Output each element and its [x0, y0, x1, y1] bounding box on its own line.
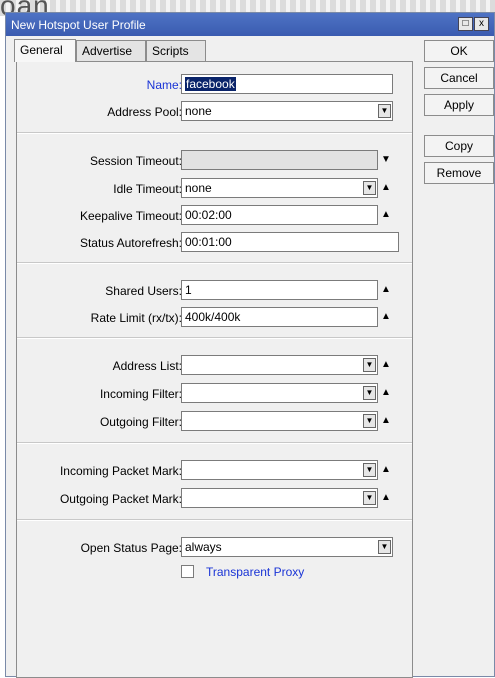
expand-up-icon[interactable]: ▲ — [381, 415, 391, 427]
session-timeout-label: Session Timeout: — [89, 154, 182, 168]
transparent-proxy-label: Transparent Proxy — [206, 565, 305, 579]
apply-button[interactable]: Apply — [424, 94, 494, 116]
dropdown-icon[interactable]: ▼ — [378, 540, 391, 554]
outgoing-packet-mark-label: Outgoing Packet Mark: — [59, 492, 182, 506]
shared-users-input[interactable]: 1 — [181, 280, 378, 300]
ok-button[interactable]: OK — [424, 40, 494, 62]
incoming-filter-row: Incoming Filter: ▼ ▲ — [17, 383, 414, 405]
dropdown-icon[interactable]: ▼ — [363, 358, 376, 372]
dropdown-icon[interactable]: ▼ — [363, 181, 376, 195]
transparent-proxy-checkbox[interactable] — [181, 565, 194, 578]
status-autorefresh-value: 00:01:00 — [185, 235, 232, 249]
dropdown-icon[interactable]: ▼ — [363, 463, 376, 477]
dropdown-icon[interactable]: ▼ — [363, 386, 376, 400]
maximize-icon[interactable]: □ — [458, 17, 473, 31]
idle-timeout-input[interactable]: none ▼ — [181, 178, 378, 198]
idle-timeout-value: none — [185, 181, 212, 195]
expand-up-icon[interactable]: ▲ — [381, 359, 391, 371]
name-input[interactable]: facebook — [181, 74, 393, 94]
expand-down-icon[interactable]: ▼ — [381, 154, 391, 166]
outgoing-filter-row: Outgoing Filter: ▼ ▲ — [17, 411, 414, 433]
idle-timeout-label: Idle Timeout: — [113, 182, 182, 196]
copy-button[interactable]: Copy — [424, 135, 494, 157]
hotspot-profile-window: New Hotspot User Profile □ x General Adv… — [5, 12, 495, 678]
shared-users-value: 1 — [185, 283, 192, 297]
expand-up-icon[interactable]: ▲ — [381, 387, 391, 399]
rate-limit-label: Rate Limit (rx/tx): — [90, 311, 182, 325]
session-timeout-row: Session Timeout: ▼ — [17, 150, 414, 172]
status-autorefresh-label: Status Autorefresh: — [79, 236, 182, 250]
dropdown-icon[interactable]: ▼ — [363, 491, 376, 505]
close-icon[interactable]: x — [474, 17, 489, 31]
expand-up-icon[interactable]: ▲ — [381, 182, 391, 194]
expand-up-icon[interactable]: ▲ — [381, 311, 391, 323]
separator — [17, 337, 412, 339]
tab-advertise[interactable]: Advertise — [76, 40, 146, 61]
name-label: Name: — [146, 78, 182, 92]
shared-users-row: Shared Users: 1 ▲ — [17, 280, 414, 302]
title-bar[interactable]: New Hotspot User Profile □ x — [6, 13, 494, 36]
separator — [17, 262, 412, 264]
tab-general[interactable]: General — [14, 39, 76, 62]
transparent-proxy-row[interactable]: Transparent Proxy — [181, 565, 381, 581]
expand-up-icon[interactable]: ▲ — [381, 209, 391, 221]
keepalive-timeout-row: Keepalive Timeout: 00:02:00 ▲ — [17, 205, 414, 227]
cancel-button[interactable]: Cancel — [424, 67, 494, 89]
rate-limit-value: 400k/400k — [185, 310, 241, 324]
address-list-label: Address List: — [112, 359, 182, 373]
incoming-packet-mark-label: Incoming Packet Mark: — [59, 464, 182, 478]
name-value: facebook — [185, 77, 236, 91]
general-panel: Name: facebook Address Pool: none ▼ Sess… — [16, 61, 413, 678]
rate-limit-input[interactable]: 400k/400k — [181, 307, 378, 327]
keepalive-timeout-input[interactable]: 00:02:00 — [181, 205, 378, 225]
separator — [17, 519, 412, 521]
expand-up-icon[interactable]: ▲ — [381, 492, 391, 504]
status-autorefresh-row: Status Autorefresh: 00:01:00 — [17, 232, 414, 254]
dropdown-icon[interactable]: ▼ — [378, 104, 391, 118]
outgoing-packet-mark-row: Outgoing Packet Mark: ▼ ▲ — [17, 488, 414, 510]
keepalive-timeout-value: 00:02:00 — [185, 208, 232, 222]
rate-limit-row: Rate Limit (rx/tx): 400k/400k ▲ — [17, 307, 414, 329]
session-timeout-input[interactable] — [181, 150, 378, 170]
keepalive-timeout-label: Keepalive Timeout: — [79, 209, 182, 223]
expand-up-icon[interactable]: ▲ — [381, 464, 391, 476]
expand-up-icon[interactable]: ▲ — [381, 284, 391, 296]
window-title: New Hotspot User Profile — [11, 18, 146, 32]
address-pool-value: none — [185, 104, 212, 118]
remove-button[interactable]: Remove — [424, 162, 494, 184]
open-status-page-row: Open Status Page: always ▼ — [17, 537, 414, 559]
incoming-packet-mark-row: Incoming Packet Mark: ▼ ▲ — [17, 460, 414, 482]
incoming-filter-label: Incoming Filter: — [99, 387, 182, 401]
name-row: Name: facebook — [17, 74, 414, 96]
address-list-row: Address List: ▼ ▲ — [17, 355, 414, 377]
open-status-page-select[interactable]: always ▼ — [181, 537, 393, 557]
address-pool-label: Address Pool: — [107, 105, 182, 119]
address-list-select[interactable]: ▼ — [181, 355, 378, 375]
outgoing-filter-label: Outgoing Filter: — [99, 415, 182, 429]
tab-scripts[interactable]: Scripts — [146, 40, 206, 61]
address-pool-select[interactable]: none ▼ — [181, 101, 393, 121]
idle-timeout-row: Idle Timeout: none ▼ ▲ — [17, 178, 414, 200]
separator — [17, 132, 412, 134]
open-status-page-label: Open Status Page: — [80, 541, 182, 555]
dropdown-icon[interactable]: ▼ — [363, 414, 376, 428]
shared-users-label: Shared Users: — [105, 284, 182, 298]
outgoing-filter-select[interactable]: ▼ — [181, 411, 378, 431]
separator — [17, 442, 412, 444]
status-autorefresh-input[interactable]: 00:01:00 — [181, 232, 399, 252]
outgoing-packet-mark-select[interactable]: ▼ — [181, 488, 378, 508]
incoming-filter-select[interactable]: ▼ — [181, 383, 378, 403]
address-pool-row: Address Pool: none ▼ — [17, 101, 414, 123]
incoming-packet-mark-select[interactable]: ▼ — [181, 460, 378, 480]
open-status-page-value: always — [185, 540, 222, 554]
